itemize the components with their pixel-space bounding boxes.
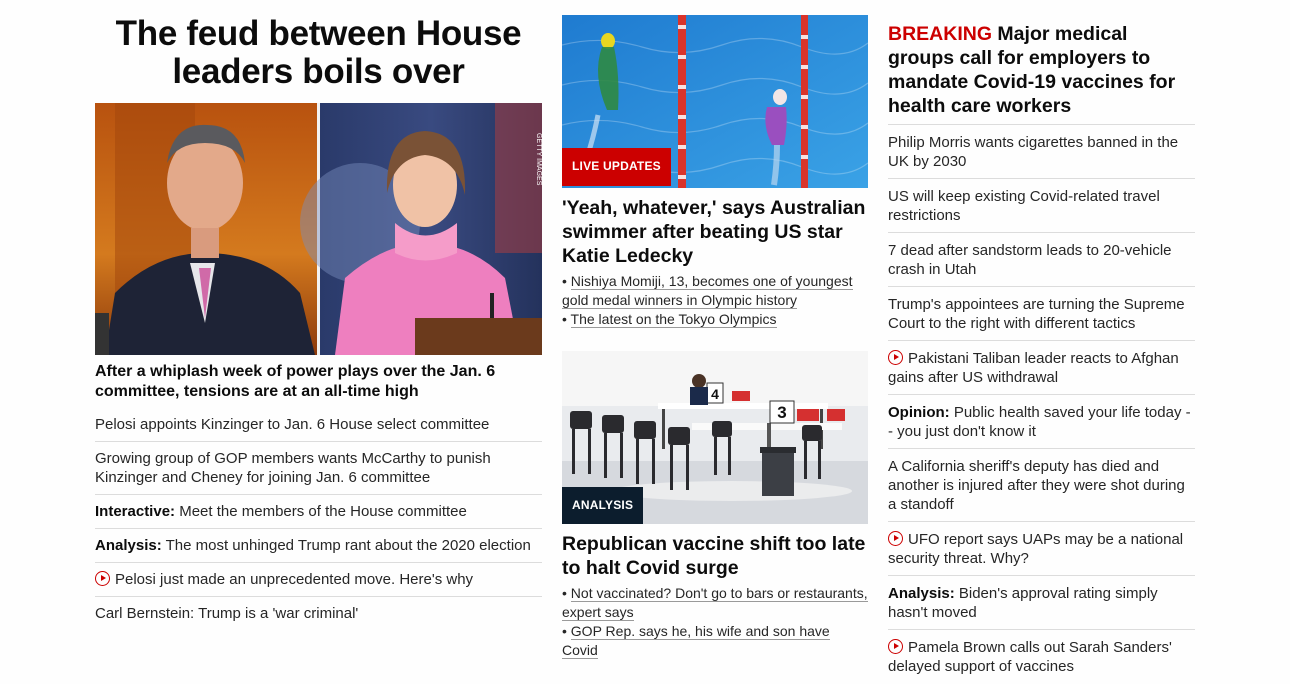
vaccine-related-links: • Not vaccinated? Don't go to bars or re… <box>562 584 868 660</box>
booth-number-3: 3 <box>777 403 786 422</box>
headline-item[interactable]: Pamela Brown calls out Sarah Sanders' de… <box>888 630 1195 683</box>
vaccine-headline[interactable]: Republican vaccine shift too late to hal… <box>562 532 868 580</box>
lead-related-list: Pelosi appoints Kinzinger to Jan. 6 Hous… <box>95 408 542 630</box>
related-link[interactable]: • The latest on the Tokyo Olympics <box>562 310 868 329</box>
headline-item[interactable]: US will keep existing Covid-related trav… <box>888 179 1195 233</box>
headlines-list: Philip Morris wants cigarettes banned in… <box>888 124 1195 683</box>
live-updates-badge: LIVE UPDATES <box>562 148 671 186</box>
headline-item[interactable]: Carl Bernstein: Trump is a 'war criminal… <box>95 597 542 630</box>
headline-text: US will keep existing Covid-related trav… <box>888 188 1160 224</box>
headline-text: Meet the members of the House committee <box>175 503 467 520</box>
related-link[interactable]: • Not vaccinated? Don't go to bars or re… <box>562 584 868 622</box>
related-link[interactable]: • GOP Rep. says he, his wife and son hav… <box>562 622 868 660</box>
headline-text: Growing group of GOP members wants McCar… <box>95 450 491 486</box>
headline-item[interactable]: Interactive: Meet the members of the Hou… <box>95 495 542 529</box>
headline-text: Philip Morris wants cigarettes banned in… <box>888 134 1179 170</box>
headline-item[interactable]: A California sheriff's deputy has died a… <box>888 449 1195 522</box>
analysis-badge: ANALYSIS <box>562 487 644 524</box>
vaccine-site-image[interactable]: 4 3 ANALYSIS <box>562 351 868 524</box>
headline-item[interactable]: UFO report says UAPs may be a national s… <box>888 522 1195 576</box>
video-play-icon <box>888 639 903 654</box>
headline-prefix: Opinion: <box>888 404 950 421</box>
breaking-headline[interactable]: BREAKING Major medical groups call for e… <box>888 22 1195 118</box>
headline-text: Trump's appointees are turning the Supre… <box>888 296 1185 332</box>
breaking-label: BREAKING <box>888 23 993 45</box>
headline-text: Pelosi just made an unprecedented move. … <box>115 571 474 588</box>
related-link[interactable]: • Nishiya Momiji, 13, becomes one of you… <box>562 272 868 310</box>
headline-item[interactable]: Opinion: Public health saved your life t… <box>888 395 1195 449</box>
headline-item[interactable]: Trump's appointees are turning the Supre… <box>888 287 1195 341</box>
headline-item[interactable]: Pelosi appoints Kinzinger to Jan. 6 Hous… <box>95 408 542 442</box>
headline-text: Pelosi appoints Kinzinger to Jan. 6 Hous… <box>95 416 490 433</box>
headline-item[interactable]: Analysis: The most unhinged Trump rant a… <box>95 529 542 563</box>
headline-text: A California sheriff's deputy has died a… <box>888 458 1185 513</box>
headline-text: Pamela Brown calls out Sarah Sanders' de… <box>888 639 1172 675</box>
headline-text: Carl Bernstein: Trump is a 'war criminal… <box>95 605 359 622</box>
lead-image[interactable]: GETTY IMAGES <box>95 103 542 355</box>
headline-text: Pakistani Taliban leader reacts to Afgha… <box>888 350 1179 386</box>
headline-item[interactable]: Philip Morris wants cigarettes banned in… <box>888 125 1195 179</box>
lead-story-column: The feud between House leaders boils ove… <box>95 0 542 622</box>
headline-prefix: Analysis: <box>95 537 162 554</box>
headline-item[interactable]: Pakistani Taliban leader reacts to Afgha… <box>888 341 1195 395</box>
headline-prefix: Interactive: <box>95 503 176 520</box>
swimmer-related-links: • Nishiya Momiji, 13, becomes one of you… <box>562 272 868 329</box>
headline-item[interactable]: Analysis: Biden's approval rating simply… <box>888 576 1195 630</box>
headline-item[interactable]: Growing group of GOP members wants McCar… <box>95 442 542 495</box>
video-play-icon <box>95 571 110 586</box>
booth-number-4: 4 <box>711 386 719 402</box>
headline-item[interactable]: Pelosi just made an unprecedented move. … <box>95 563 542 597</box>
image-credit: GETTY IMAGES <box>535 133 542 186</box>
headline-text: 7 dead after sandstorm leads to 20-vehic… <box>888 242 1172 278</box>
lead-subheadline[interactable]: After a whiplash week of power plays ove… <box>95 362 542 402</box>
headline-text: The most unhinged Trump rant about the 2… <box>161 537 531 554</box>
headline-text: UFO report says UAPs may be a national s… <box>888 531 1184 567</box>
video-play-icon <box>888 350 903 365</box>
video-play-icon <box>888 531 903 546</box>
headline-item[interactable]: 7 dead after sandstorm leads to 20-vehic… <box>888 233 1195 287</box>
headline-prefix: Analysis: <box>888 585 955 602</box>
swimmer-headline[interactable]: 'Yeah, whatever,' says Australian swimme… <box>562 196 868 268</box>
lead-headline[interactable]: The feud between House leaders boils ove… <box>95 15 542 91</box>
swimmer-image[interactable]: LIVE UPDATES <box>562 15 868 188</box>
